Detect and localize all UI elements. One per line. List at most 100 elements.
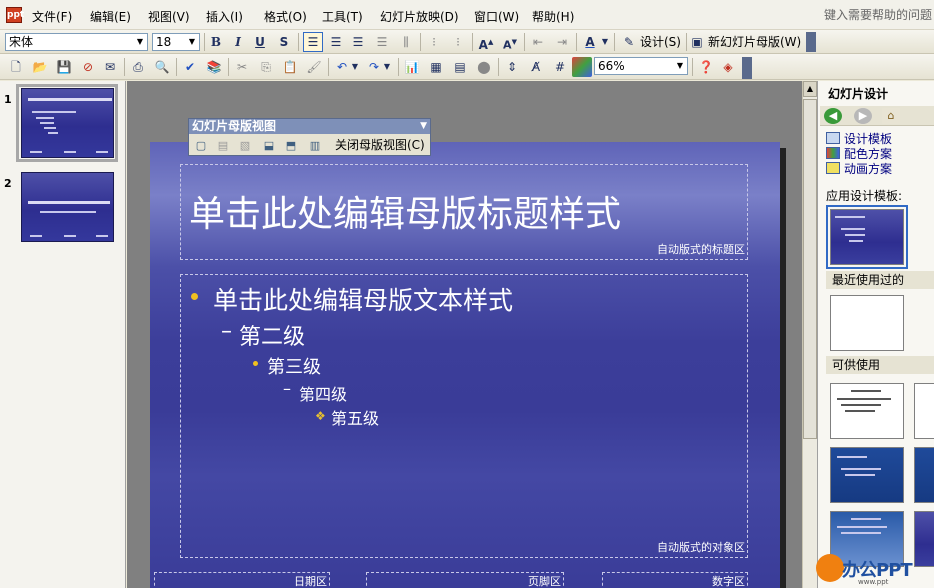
scrollbar-thumb[interactable]: [803, 99, 817, 439]
undo-icon[interactable]: ↶: [332, 57, 352, 77]
bold-button[interactable]: B: [206, 32, 226, 52]
rename-master-icon[interactable]: ⬒: [282, 137, 300, 154]
insert-slide-master-icon[interactable]: ▢: [192, 137, 210, 154]
show-grid-icon[interactable]: #: [550, 57, 570, 77]
separator: [498, 58, 499, 76]
insert-title-master-icon[interactable]: ▤: [214, 137, 232, 154]
email-icon[interactable]: ✉: [100, 57, 120, 77]
print-preview-icon[interactable]: 🔍: [152, 57, 172, 77]
menu-file[interactable]: 文件(F): [32, 8, 72, 25]
menu-window[interactable]: 窗口(W): [474, 8, 519, 25]
research-icon[interactable]: 📚: [204, 57, 224, 77]
new-file-icon[interactable]: 🗋: [6, 57, 26, 77]
slide-master[interactable]: 单击此处编辑母版标题样式 自动版式的标题区 单击此处编辑母版文本样式 – 第二级…: [150, 142, 780, 588]
back-arrow-icon[interactable]: ◀: [824, 108, 842, 124]
scroll-up-arrow-icon[interactable]: ▲: [803, 81, 817, 97]
open-folder-icon[interactable]: 📂: [30, 57, 50, 77]
menu-view[interactable]: 视图(V): [148, 8, 190, 25]
menu-insert[interactable]: 插入(I): [206, 8, 243, 25]
show-formatting-icon[interactable]: A̸: [526, 57, 546, 77]
font-size-select[interactable]: 18 ▼: [152, 33, 200, 51]
chevron-down-icon[interactable]: ▼: [600, 32, 610, 52]
insert-chart-icon[interactable]: 📊: [402, 57, 422, 77]
align-left-icon[interactable]: ☰: [303, 32, 323, 52]
italic-button[interactable]: I: [228, 32, 248, 52]
recently-used-header: 最近使用过的: [826, 271, 934, 289]
format-painter-icon[interactable]: 🖌: [304, 57, 324, 77]
menu-help[interactable]: 帮助(H): [532, 8, 574, 25]
help-search-input[interactable]: 键入需要帮助的问题: [824, 6, 934, 24]
master-layout-icon[interactable]: ▥: [306, 137, 324, 154]
menu-format[interactable]: 格式(O): [264, 8, 307, 25]
justify-icon[interactable]: ☰: [372, 32, 392, 52]
slide-thumbnail-1[interactable]: [21, 88, 114, 158]
color-grayscale-icon[interactable]: [572, 57, 592, 77]
align-center-icon[interactable]: ☰: [326, 32, 346, 52]
new-slide-master-button[interactable]: 新幻灯片母版(W): [708, 32, 801, 52]
template-available-thumb-1[interactable]: [830, 383, 904, 439]
help-icon[interactable]: ❓: [696, 57, 716, 77]
bullets-icon[interactable]: ⁝: [448, 32, 468, 52]
slide-thumbnail-2[interactable]: [21, 172, 114, 242]
design-button[interactable]: 设计(S): [640, 32, 681, 52]
decrease-font-icon[interactable]: A▼: [500, 32, 520, 52]
powerpoint-app-icon[interactable]: ppt: [6, 7, 24, 23]
copy-icon[interactable]: ⎘: [256, 57, 276, 77]
numbering-icon[interactable]: ⁝: [424, 32, 444, 52]
chevron-down-icon[interactable]: ▼: [382, 57, 392, 77]
animation-schemes-link[interactable]: 动画方案: [826, 162, 892, 177]
template-available-thumb-4[interactable]: [914, 383, 934, 439]
spelling-icon[interactable]: ✔: [180, 57, 200, 77]
align-right-icon[interactable]: ☰: [348, 32, 368, 52]
menu-tools[interactable]: 工具(T): [322, 8, 363, 25]
design-templates-link[interactable]: 设计模板: [826, 132, 892, 147]
template-available-thumb-2[interactable]: [830, 447, 904, 503]
vertical-scrollbar[interactable]: ▲: [802, 81, 817, 588]
tpl-line: [845, 234, 865, 236]
zoom-select[interactable]: 66% ▼: [594, 57, 688, 75]
permission-icon[interactable]: ⊘: [78, 57, 98, 77]
tables-borders-icon[interactable]: ▤: [450, 57, 470, 77]
save-icon[interactable]: 💾: [54, 57, 74, 77]
delete-master-icon[interactable]: ▧: [236, 137, 254, 154]
underline-button[interactable]: U: [250, 32, 270, 52]
insert-diagram-icon[interactable]: ⬤: [474, 57, 494, 77]
paste-icon[interactable]: 📋: [280, 57, 300, 77]
footer-placeholder[interactable]: 页脚区: [366, 572, 564, 588]
toolbar-options-handle[interactable]: [806, 32, 816, 52]
forward-arrow-icon[interactable]: ▶: [854, 108, 872, 124]
menu-slideshow[interactable]: 幻灯片放映(D): [380, 8, 459, 25]
number-placeholder[interactable]: 数字区: [602, 572, 748, 588]
shadow-button[interactable]: S: [274, 32, 294, 52]
increase-indent-icon[interactable]: ⇥: [552, 32, 572, 52]
date-placeholder[interactable]: 日期区: [154, 572, 330, 588]
toolbar-options-handle[interactable]: [742, 57, 752, 79]
chevron-down-icon[interactable]: ▼: [420, 119, 427, 134]
decrease-indent-icon[interactable]: ⇤: [528, 32, 548, 52]
color-schemes-link[interactable]: 配色方案: [826, 147, 892, 162]
assistant-icon[interactable]: ◈: [718, 57, 738, 77]
preserve-master-icon[interactable]: ⬓: [260, 137, 278, 154]
title-placeholder[interactable]: 单击此处编辑母版标题样式 自动版式的标题区: [180, 164, 748, 260]
font-name-select[interactable]: 宋体 ▼: [5, 33, 148, 51]
close-master-view-button[interactable]: 关闭母版视图(C): [335, 137, 425, 154]
redo-icon[interactable]: ↷: [364, 57, 384, 77]
thumb-line: [32, 111, 76, 113]
menu-edit[interactable]: 编辑(E): [90, 8, 131, 25]
distribute-icon[interactable]: ⫼: [396, 32, 416, 52]
insert-table-icon[interactable]: ▦: [426, 57, 446, 77]
master-view-toolbar-title[interactable]: 幻灯片母版视图 ▼: [189, 119, 430, 134]
cut-icon[interactable]: ✂: [232, 57, 252, 77]
object-placeholder[interactable]: 单击此处编辑母版文本样式 – 第二级 第三级 – 第四级 ❖ 第五级 自动版式的…: [180, 274, 748, 558]
chevron-down-icon[interactable]: ▼: [350, 57, 360, 77]
template-available-thumb-5[interactable]: [914, 447, 934, 503]
home-icon[interactable]: ⌂: [882, 108, 900, 124]
tpl-line: [841, 404, 881, 406]
separator: [398, 58, 399, 76]
template-current-thumb[interactable]: [830, 209, 904, 265]
template-recent-thumb[interactable]: [830, 295, 904, 351]
increase-font-icon[interactable]: A▲: [476, 32, 496, 52]
print-icon[interactable]: ⎙: [128, 57, 148, 77]
font-color-button[interactable]: A: [580, 32, 600, 52]
expand-all-icon[interactable]: ⇕: [502, 57, 522, 77]
